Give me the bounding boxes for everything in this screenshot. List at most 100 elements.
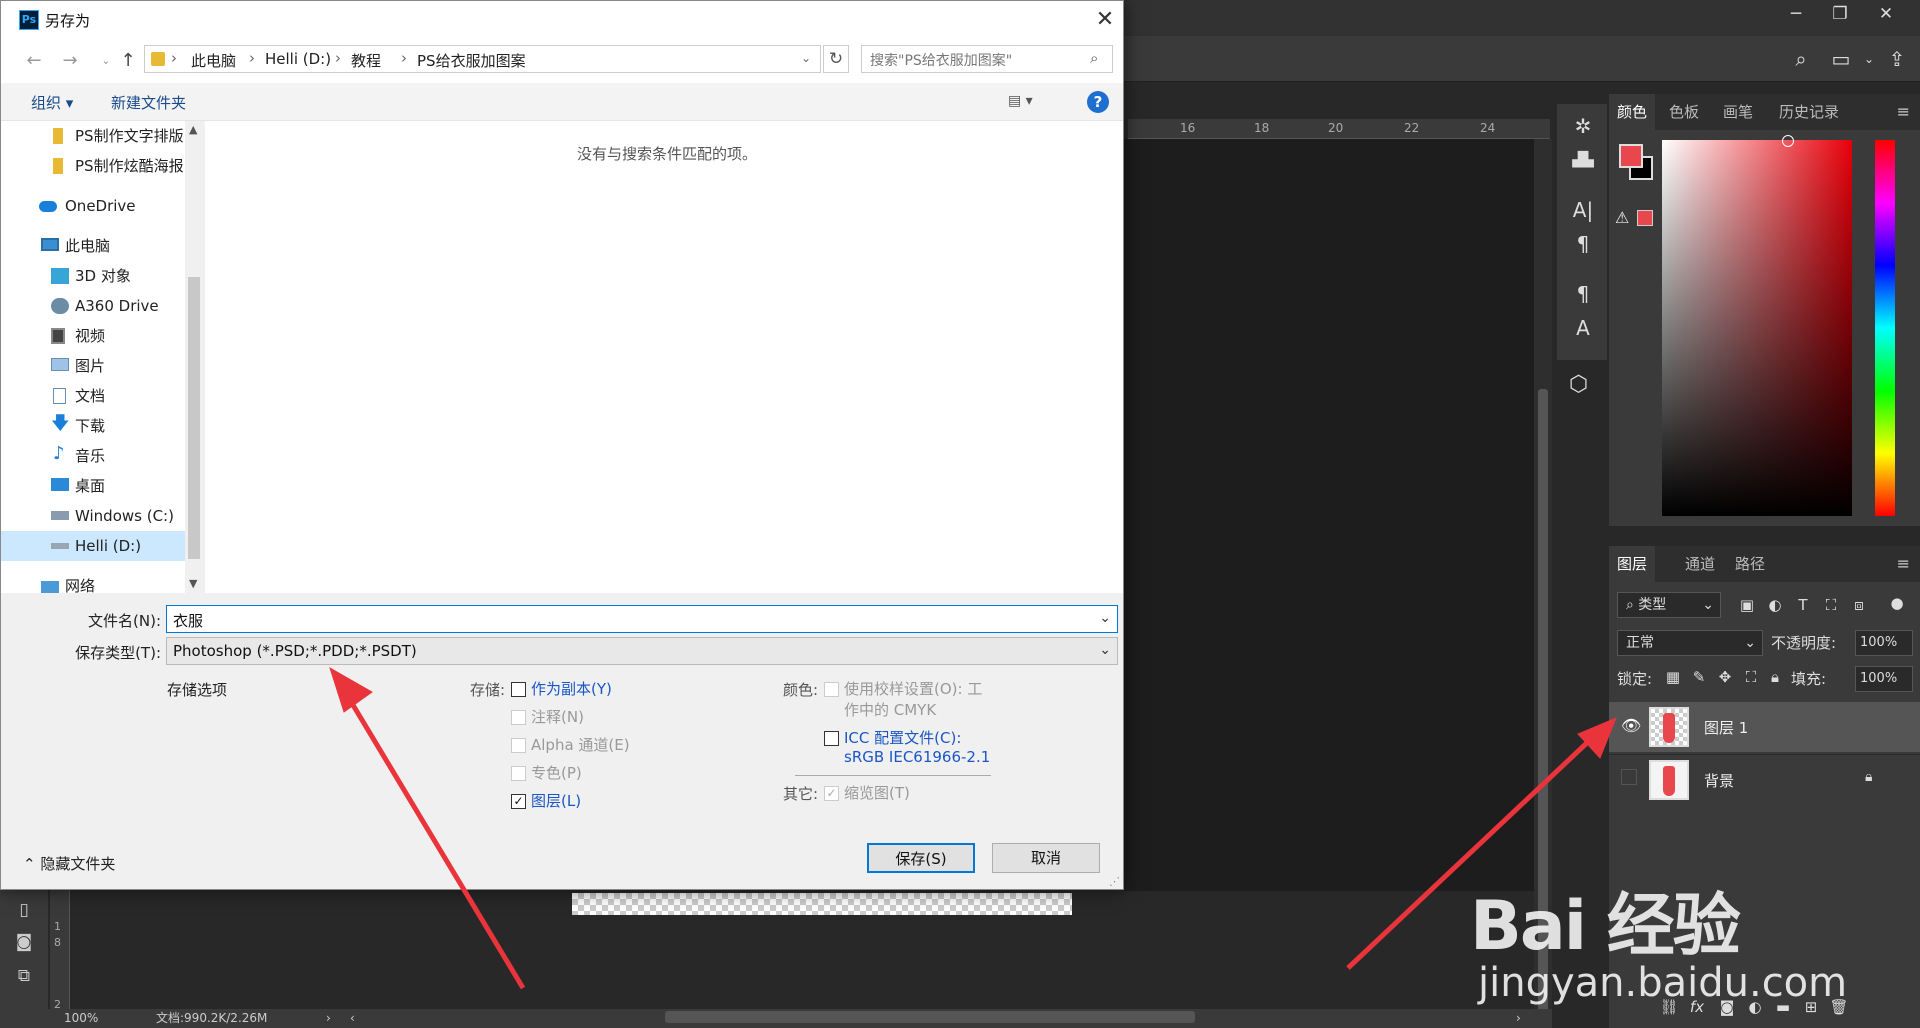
- nav-item[interactable]: PS制作文字排版: [1, 121, 185, 151]
- cancel-button[interactable]: 取消: [992, 843, 1100, 873]
- search-icon[interactable]: ⌕: [1788, 46, 1814, 72]
- blend-mode-select[interactable]: 正常 ⌄: [1617, 630, 1763, 656]
- filename-input[interactable]: 衣服 ⌄: [166, 605, 1118, 633]
- forward-arrow-icon[interactable]: →: [59, 49, 81, 73]
- histogram-icon[interactable]: ▟▙: [1569, 146, 1597, 174]
- help-icon[interactable]: ?: [1087, 91, 1109, 113]
- close-icon[interactable]: ✕: [1866, 2, 1906, 26]
- eye-icon[interactable]: 👁︎: [1621, 716, 1641, 735]
- up-arrow-icon[interactable]: ↑: [117, 49, 139, 73]
- chevron-down-icon[interactable]: ▼: [189, 577, 197, 590]
- shape-filter-icon[interactable]: ⛶: [1821, 594, 1841, 616]
- filter-toggle-icon[interactable]: ●: [1887, 592, 1907, 614]
- nav-item[interactable]: PS制作炫酷海报: [1, 151, 185, 181]
- chevron-down-icon[interactable]: ⌄: [801, 51, 811, 65]
- edit-mode-icon[interactable]: ▯: [12, 898, 36, 922]
- checkbox[interactable]: [824, 731, 839, 746]
- screen-mode-icon[interactable]: ⧉: [12, 964, 36, 988]
- smart-object-filter-icon[interactable]: ⧈: [1849, 594, 1869, 616]
- nav-item[interactable]: A360 Drive: [1, 291, 185, 321]
- address-bar[interactable]: › 此电脑 › Helli (D:) › 教程 › PS给衣服加图案 ⌄: [144, 45, 821, 73]
- chevron-right-icon[interactable]: ›: [326, 1009, 331, 1028]
- checkbox[interactable]: [511, 682, 526, 697]
- canvas-horizontal-scrollbar[interactable]: [665, 1011, 1195, 1023]
- tab-color[interactable]: 颜色: [1609, 94, 1656, 130]
- chevron-right-icon[interactable]: ›: [335, 49, 341, 67]
- back-arrow-icon[interactable]: ←: [23, 49, 45, 73]
- paragraph-icon[interactable]: ¶: [1569, 230, 1597, 258]
- character-styles-icon[interactable]: A: [1569, 314, 1597, 342]
- quick-mask-icon[interactable]: ◙: [12, 930, 36, 954]
- minimize-icon[interactable]: ─: [1776, 2, 1816, 26]
- tab-swatches[interactable]: 色板: [1661, 94, 1707, 130]
- hue-slider[interactable]: [1875, 140, 1895, 516]
- checkbox-checked[interactable]: ✓: [511, 794, 526, 809]
- fill-input[interactable]: 100%: [1855, 666, 1913, 692]
- color-picker-field[interactable]: [1662, 140, 1852, 516]
- nav-item[interactable]: 此电脑: [1, 231, 185, 261]
- new-folder-button[interactable]: 新建文件夹: [111, 92, 186, 113]
- lock-transparent-icon[interactable]: ▦: [1663, 666, 1683, 688]
- breadcrumb-item[interactable]: PS给衣服加图案: [417, 50, 526, 71]
- refresh-icon[interactable]: ↻: [823, 45, 849, 73]
- search-input[interactable]: 搜索"PS给衣服加图案" ⌕: [861, 45, 1113, 73]
- chevron-right-icon[interactable]: ›: [401, 49, 407, 67]
- save-button[interactable]: 保存(S): [867, 843, 975, 873]
- resize-grip-icon[interactable]: ⋰: [1109, 875, 1120, 888]
- navigator-icon[interactable]: ✲: [1569, 112, 1597, 140]
- lock-image-icon[interactable]: ✎: [1689, 666, 1709, 688]
- foreground-color-swatch[interactable]: [1619, 144, 1643, 168]
- filetype-select[interactable]: Photoshop (*.PSD;*.PDD;*.PSDT) ⌄: [166, 637, 1118, 665]
- search-icon[interactable]: ⌕: [1090, 49, 1098, 67]
- chevron-down-icon[interactable]: ⌄: [1099, 642, 1111, 658]
- nav-item[interactable]: 🡇 下载: [1, 411, 185, 441]
- color-picker-cursor[interactable]: [1782, 135, 1794, 147]
- nav-item[interactable]: 文档: [1, 381, 185, 411]
- tab-brushes[interactable]: 画笔: [1715, 94, 1761, 130]
- nav-item[interactable]: Helli (D:): [1, 531, 185, 561]
- workspace-icon[interactable]: ▭: [1828, 46, 1854, 72]
- close-icon[interactable]: ✕: [1091, 6, 1119, 34]
- nav-item[interactable]: OneDrive: [1, 191, 185, 221]
- organize-button[interactable]: 组织 ▾: [31, 92, 73, 113]
- type-filter-icon[interactable]: T: [1793, 594, 1813, 616]
- tab-history[interactable]: 历史记录: [1771, 94, 1847, 130]
- chevron-left-icon[interactable]: ‹: [350, 1009, 355, 1028]
- paragraph-styles-icon[interactable]: ¶: [1569, 280, 1597, 308]
- nav-item[interactable]: Windows (C:): [1, 501, 185, 531]
- nav-item[interactable]: 视频: [1, 321, 185, 351]
- hide-folders-button[interactable]: ⌃ 隐藏文件夹: [23, 853, 115, 874]
- share-icon[interactable]: ⇪: [1884, 46, 1910, 72]
- breadcrumb-item[interactable]: Helli (D:): [265, 50, 331, 68]
- nav-item[interactable]: 图片: [1, 351, 185, 381]
- chevron-up-icon[interactable]: ▲: [189, 123, 197, 136]
- layer-name[interactable]: 背景: [1704, 770, 1734, 791]
- breadcrumb-item[interactable]: 此电脑: [191, 50, 236, 71]
- recent-dropdown-icon[interactable]: ⌄: [95, 49, 117, 73]
- breadcrumb-item[interactable]: 教程: [351, 50, 381, 71]
- nav-pane-scrollbar[interactable]: ▲ ▼: [185, 121, 203, 593]
- lock-position-icon[interactable]: ✥: [1715, 666, 1735, 688]
- tab-layers[interactable]: 图层: [1609, 546, 1656, 582]
- tab-paths[interactable]: 路径: [1727, 546, 1773, 582]
- character-icon[interactable]: A|: [1569, 196, 1597, 224]
- document-canvas[interactable]: [1122, 139, 1534, 891]
- zoom-level[interactable]: 100%: [64, 1009, 98, 1028]
- nav-item[interactable]: 桌面: [1, 471, 185, 501]
- nav-item[interactable]: 3D 对象: [1, 261, 185, 291]
- panel-menu-icon[interactable]: ≡: [1897, 554, 1910, 573]
- lock-all-icon[interactable]: 🔒︎: [1765, 666, 1785, 688]
- tab-channels[interactable]: 通道: [1677, 546, 1723, 582]
- panel-menu-icon[interactable]: ≡: [1897, 102, 1910, 121]
- chevron-down-icon[interactable]: ⌄: [1099, 610, 1111, 626]
- chevron-right-icon[interactable]: ›: [249, 49, 255, 67]
- chevron-right-icon[interactable]: ›: [171, 49, 177, 67]
- file-list[interactable]: 没有与搜索条件匹配的项。: [205, 121, 1123, 593]
- nav-item[interactable]: ♪ 音乐: [1, 441, 185, 471]
- layer-filter-select[interactable]: ⌕ 类型 ⌄: [1617, 592, 1721, 618]
- layer-row[interactable]: 👁︎ 图层 1: [1609, 702, 1920, 752]
- 3d-icon[interactable]: ⬡: [1569, 372, 1588, 397]
- nav-item[interactable]: 网络: [1, 571, 185, 593]
- chevron-down-icon[interactable]: ⌄: [1856, 46, 1882, 72]
- gamut-swatch[interactable]: [1637, 210, 1653, 226]
